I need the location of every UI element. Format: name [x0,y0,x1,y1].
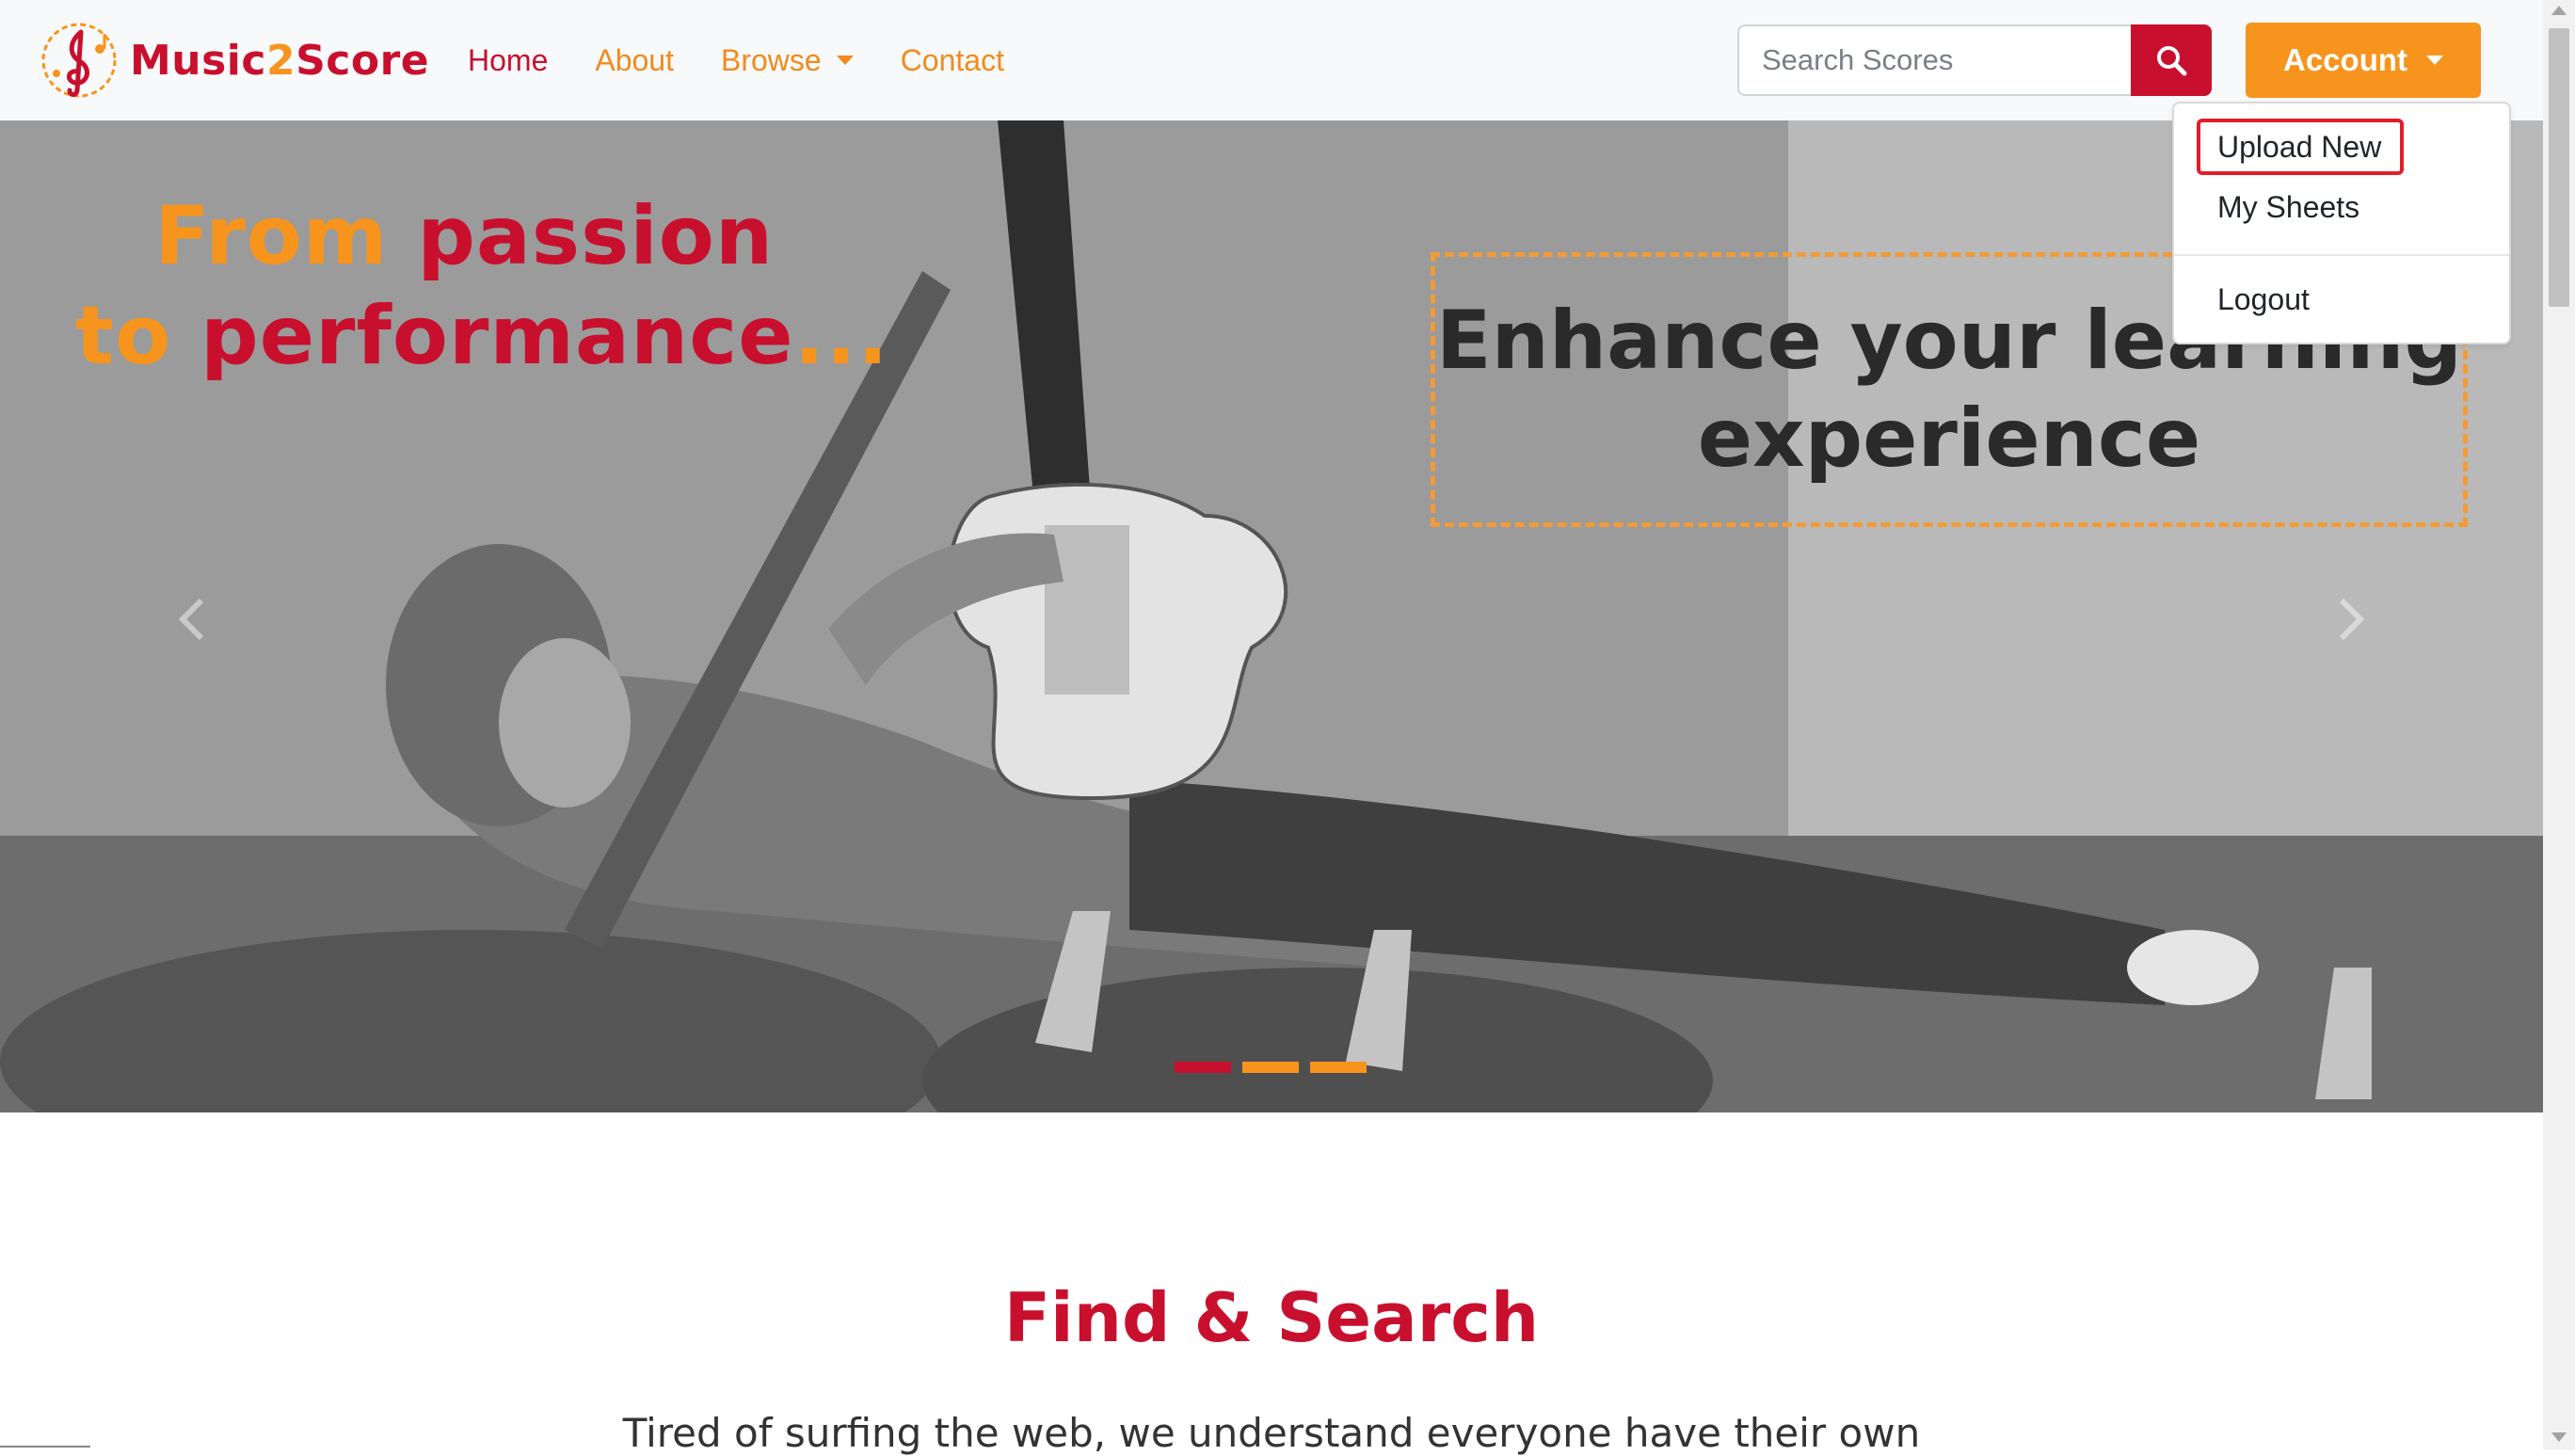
chevron-right-icon[interactable] [2321,591,2377,648]
carousel-indicators [1175,1062,1378,1073]
scroll-down-arrow-icon[interactable] [2551,1432,2567,1442]
search-form [1737,24,2212,96]
hero-box-line2: experience [1697,392,2201,486]
menu-item-my-sheets[interactable]: My Sheets [2217,190,2359,225]
nav-home[interactable]: Home [468,43,548,78]
account-dropdown-menu: Upload New My Sheets Logout [2172,102,2511,344]
nav-browse[interactable]: Browse [721,43,854,78]
nav-about[interactable]: About [595,43,674,78]
carousel-indicator-3[interactable] [1310,1062,1367,1073]
search-input[interactable] [1737,24,2131,96]
search-icon [2157,46,2187,76]
caret-down-icon [2426,56,2443,65]
navbar: Music2Score Home About Browse Contact Ac… [0,0,2543,120]
dropdown-divider [2174,254,2509,256]
vertical-scrollbar[interactable] [2543,0,2575,1449]
account-dropdown-button[interactable]: Account [2246,23,2481,98]
treble-clef-logo-icon [41,23,117,98]
carousel-indicator-2[interactable] [1242,1062,1299,1073]
account-label: Account [2283,42,2407,77]
nav-links: Home About Browse Contact [468,0,1051,120]
bottom-divider [0,1446,90,1448]
brand[interactable]: Music2Score [40,21,429,100]
carousel-indicator-1[interactable] [1175,1062,1231,1073]
chevron-left-icon[interactable] [166,591,222,648]
nav-browse-label: Browse [720,42,822,77]
section-title: Find & Search [1003,1278,1540,1357]
caret-down-icon [836,56,854,65]
scroll-up-arrow-icon[interactable] [2551,6,2567,15]
brand-name: Music2Score [130,36,430,85]
search-button[interactable] [2131,24,2212,96]
hero-carousel: From passion to performance... Enhance y… [0,120,2543,1112]
nav-contact[interactable]: Contact [901,43,1004,78]
menu-item-upload-new[interactable]: Upload New [2217,130,2381,165]
scrollbar-thumb[interactable] [2549,28,2569,307]
hero-tagline: From passion to performance... [75,189,889,383]
menu-item-logout[interactable]: Logout [2217,282,2310,317]
